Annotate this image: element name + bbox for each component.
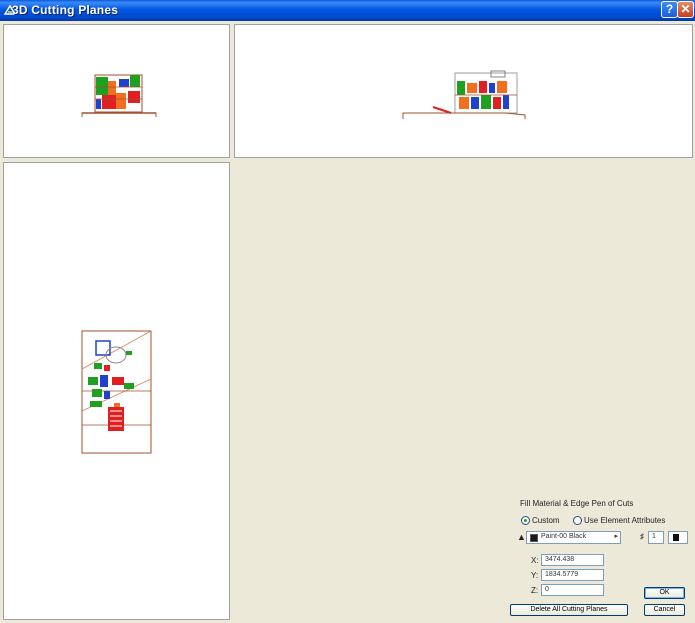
cut-fill-heading: Fill Material & Edge Pen of Cuts (520, 499, 634, 508)
close-button[interactable]: ✕ (677, 1, 694, 18)
x-label: X: (531, 556, 539, 565)
side-elevation-drawing (402, 70, 526, 119)
window-title: 3D Cutting Planes (12, 3, 119, 17)
help-button[interactable]: ? (661, 1, 678, 18)
delete-all-cutting-planes-button[interactable]: Delete All Cutting Planes (510, 604, 628, 616)
pen-color-swatch (673, 534, 679, 541)
elevation-view-side[interactable] (234, 24, 693, 158)
fill-up-arrow-icon: ▲ (517, 532, 526, 542)
cancel-button[interactable]: Cancel (644, 604, 685, 616)
custom-radio-label: Custom (532, 516, 560, 525)
plan-view[interactable] (3, 162, 230, 620)
material-select[interactable]: Paint-00 Black ▸ (526, 531, 621, 544)
material-value: Paint-00 Black (541, 533, 587, 540)
pen-icon: ♯ (640, 532, 644, 541)
elevation-view-front[interactable] (3, 24, 230, 158)
material-swatch (530, 534, 538, 542)
element-attributes-radio-label: Use Element Attributes (584, 516, 666, 525)
pen-color-picker[interactable] (668, 531, 688, 544)
cutting-planes-dialog: 3D Cutting Planes ? ✕ Fill Material & Ed… (0, 0, 695, 623)
x-coordinate-field[interactable]: 3474.438 (541, 554, 604, 566)
y-label: Y: (531, 571, 539, 580)
chevron-down-icon: ▸ (614, 533, 618, 540)
custom-radio[interactable] (521, 516, 530, 525)
element-attributes-radio[interactable] (573, 516, 582, 525)
title-bar[interactable]: 3D Cutting Planes ? ✕ (0, 0, 695, 21)
pen-number-field[interactable]: 1 (648, 531, 664, 544)
y-coordinate-field[interactable]: 1834.5779 (541, 569, 604, 581)
plan-view-drawing (81, 330, 152, 454)
z-coordinate-field[interactable]: 0 (541, 584, 604, 596)
z-label: Z: (531, 586, 539, 595)
ok-button[interactable]: OK (644, 587, 685, 599)
front-elevation-drawing (81, 74, 157, 117)
